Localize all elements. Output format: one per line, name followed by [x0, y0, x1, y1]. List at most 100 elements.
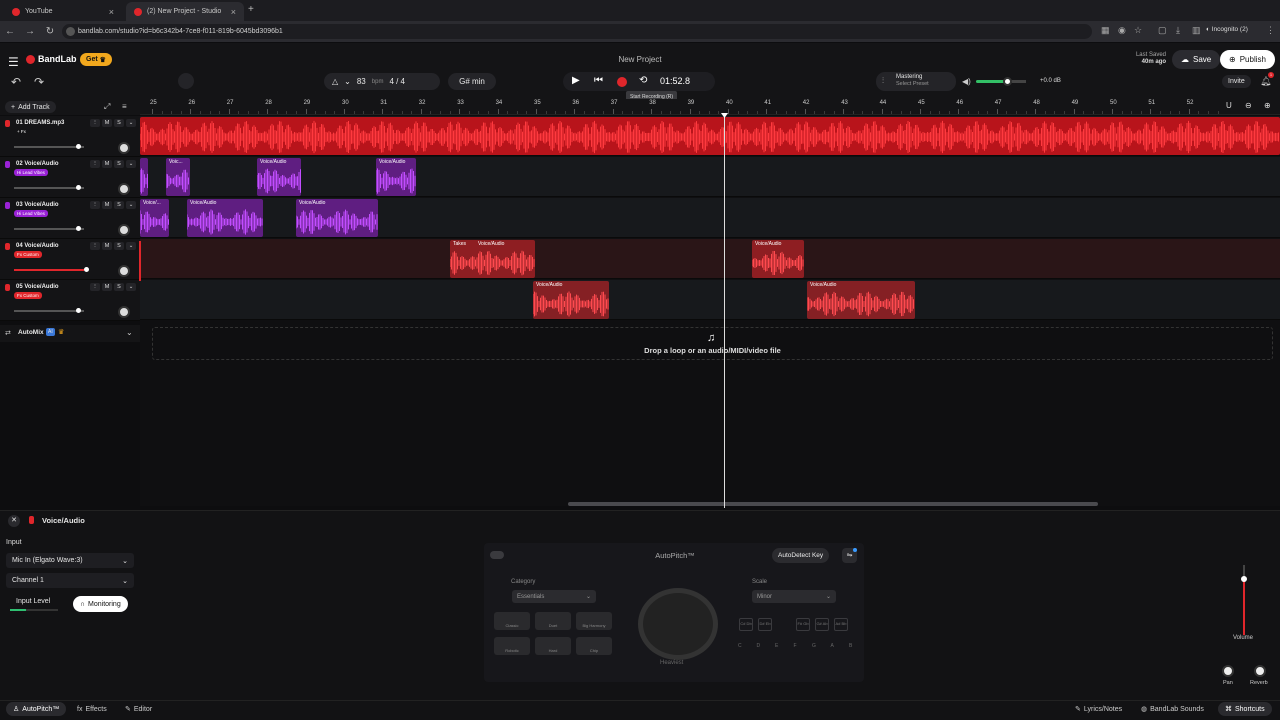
solo-button[interactable]: S — [114, 119, 124, 127]
close-icon[interactable]: ✕ — [8, 515, 20, 527]
track-settings-icon[interactable]: ≡ — [122, 102, 127, 111]
chevron-down-icon[interactable]: ⌄ — [126, 119, 136, 127]
track-volume-slider[interactable] — [14, 187, 84, 189]
audio-clip[interactable]: Voice/Audio — [376, 158, 416, 196]
chevron-down-icon[interactable]: ⌄ — [126, 242, 136, 250]
audio-clip[interactable]: Voice/Audio — [187, 199, 263, 237]
skip-back-icon[interactable]: ⏮ — [594, 75, 603, 86]
audio-clip[interactable]: Takes Voice/Audio — [450, 240, 535, 278]
channel-select[interactable]: Channel 1 ⌄ — [6, 573, 134, 588]
tab-autopitch[interactable]: ♙ AutoPitch™ — [6, 702, 67, 716]
track-volume-slider[interactable] — [14, 310, 84, 312]
effect-option[interactable]: Chip — [576, 637, 612, 655]
bandlab-logo[interactable]: BandLab — [26, 54, 77, 64]
track-fx-tag[interactable]: Hi Lead Vibes — [14, 210, 48, 217]
track-name[interactable]: 05 Voice/Audio — [16, 284, 59, 290]
hamburger-menu-icon[interactable]: ☰ — [8, 55, 19, 69]
invite-button[interactable]: Invite — [1222, 75, 1251, 88]
scale-key-natural[interactable]: D — [757, 643, 761, 649]
tab-effects[interactable]: fx Effects — [70, 702, 114, 716]
keyboard-icon[interactable] — [178, 73, 194, 89]
loop-icon[interactable]: ⟲ — [639, 75, 647, 86]
autopitch-toggle[interactable] — [490, 551, 504, 559]
zoom-out-icon[interactable]: ⊖ — [1245, 101, 1252, 110]
audio-clip[interactable]: Voice/Audio — [533, 281, 609, 319]
extensions-icon[interactable]: ▢ — [1158, 25, 1167, 36]
scale-key-natural[interactable]: F — [794, 643, 797, 649]
track-lane[interactable] — [140, 116, 1280, 156]
site-info-icon[interactable] — [66, 27, 75, 36]
shortcuts-button[interactable]: ⌘ Shortcuts — [1218, 702, 1272, 716]
chevron-down-icon[interactable]: ⌄ — [344, 77, 351, 86]
audio-clip[interactable]: Voice/Audio — [807, 281, 915, 319]
scale-select[interactable]: Minor ⌄ — [752, 590, 836, 603]
time-signature[interactable]: 4 / 4 — [389, 77, 405, 86]
track-name[interactable]: 01 DREAMS.mp3 — [16, 120, 64, 126]
close-tab-icon[interactable]: × — [231, 7, 236, 17]
scale-key-natural[interactable]: C — [738, 643, 742, 649]
forward-icon[interactable]: → — [20, 26, 40, 37]
chevron-down-icon[interactable]: ⌄ — [126, 328, 133, 337]
automix-row[interactable]: ⇄ AutoMix AI ♛ ⌄ — [0, 325, 140, 342]
track-volume-slider[interactable] — [14, 228, 84, 230]
lyrics-notes-button[interactable]: ✎ Lyrics/Notes — [1068, 702, 1129, 716]
get-membership-button[interactable]: Get ♛ — [80, 53, 112, 66]
mastering-button[interactable]: ⫶ Mastering Select Preset — [876, 72, 956, 91]
save-button[interactable]: ☁ Save — [1172, 50, 1221, 69]
input-device-select[interactable]: Mic In (Elgato Wave:3) ⌄ — [6, 553, 134, 568]
track-volume-knob[interactable] — [76, 185, 81, 190]
scale-key-sharp[interactable]: C# Db — [739, 618, 753, 631]
automation-icon[interactable]: ⤢ — [104, 102, 110, 112]
track-header[interactable]: 03 Voice/Audio Hi Lead Vibes ⋮ M S ⌄ — [0, 198, 140, 239]
track-lane[interactable]: Takes Voice/Audio Voice/Audio — [140, 239, 1280, 279]
audio-clip[interactable]: Voice/Audio — [752, 240, 804, 278]
magnet-icon[interactable]: U — [1226, 101, 1232, 110]
track-name[interactable]: 02 Voice/Audio — [16, 161, 59, 167]
master-volume-knob[interactable] — [1003, 77, 1012, 86]
track-volume-slider[interactable] — [14, 146, 84, 148]
track-pan-knob[interactable] — [118, 224, 130, 236]
track-header[interactable]: 04 Voice/Audio Fx Custom ⋮ M S ⌄ — [0, 239, 140, 280]
scale-key-natural[interactable]: A — [831, 643, 834, 649]
mute-button[interactable]: M — [102, 160, 112, 168]
kebab-menu-icon[interactable]: ⋮ — [1266, 25, 1275, 36]
track-fx-tag[interactable]: Fx Custom — [14, 292, 42, 299]
track-lane[interactable]: Voice/... Voice/Audio Voice/Audio — [140, 198, 1280, 238]
url-field[interactable]: bandlab.com/studio?id=b6c342b4-7ce8-f011… — [62, 24, 1092, 39]
record-button[interactable] — [617, 77, 627, 87]
track-lane[interactable]: Voice/Audio Voice/Audio — [140, 280, 1280, 320]
add-track-button[interactable]: + Add Track — [5, 101, 56, 113]
zoom-in-icon[interactable]: ⊕ — [1264, 101, 1271, 110]
scale-key-sharp[interactable]: G# Ab — [815, 618, 829, 631]
bpm-value[interactable]: 83 — [357, 77, 366, 86]
audio-clip[interactable]: Voic... — [166, 158, 190, 196]
track-volume-knob[interactable] — [76, 308, 81, 313]
back-icon[interactable]: ← — [0, 26, 20, 37]
mute-button[interactable]: M — [102, 119, 112, 127]
tab-editor[interactable]: ✎ Editor — [118, 702, 159, 716]
eye-off-icon[interactable]: ◉ — [1118, 25, 1126, 36]
volume-knob[interactable] — [1241, 576, 1247, 582]
solo-button[interactable]: S — [114, 201, 124, 209]
split-icon[interactable]: ▥ — [1192, 25, 1201, 36]
tempo-control[interactable]: △ ⌄ 83 bpm 4 / 4 — [324, 73, 440, 90]
category-select[interactable]: Essentials ⌄ — [512, 590, 596, 603]
track-pan-knob[interactable] — [118, 183, 130, 195]
publish-button[interactable]: ⊕ Publish — [1220, 50, 1275, 69]
scale-key-sharp[interactable]: D# Eb — [758, 618, 772, 631]
track-lane[interactable]: Voic... Voice/Audio Voice/Audio — [140, 157, 1280, 197]
track-menu-icon[interactable]: ⋮ — [90, 119, 100, 127]
effect-option[interactable]: Robotic — [494, 637, 530, 655]
download-icon[interactable]: ⤓ — [1176, 25, 1180, 36]
apps-icon[interactable]: ▦ — [1101, 25, 1110, 36]
playhead[interactable] — [724, 114, 725, 508]
undo-icon[interactable]: ↶ — [11, 75, 21, 89]
audio-clip[interactable]: Voice/... — [140, 199, 169, 237]
track-menu-icon[interactable]: ⋮ — [90, 242, 100, 250]
track-name[interactable]: 03 Voice/Audio — [16, 202, 59, 208]
track-menu-icon[interactable]: ⋮ — [90, 201, 100, 209]
track-volume-knob[interactable] — [84, 267, 89, 272]
scale-key-natural[interactable]: B — [849, 643, 852, 649]
track-pan-knob[interactable] — [118, 142, 130, 154]
play-icon[interactable]: ▶ — [572, 75, 580, 86]
